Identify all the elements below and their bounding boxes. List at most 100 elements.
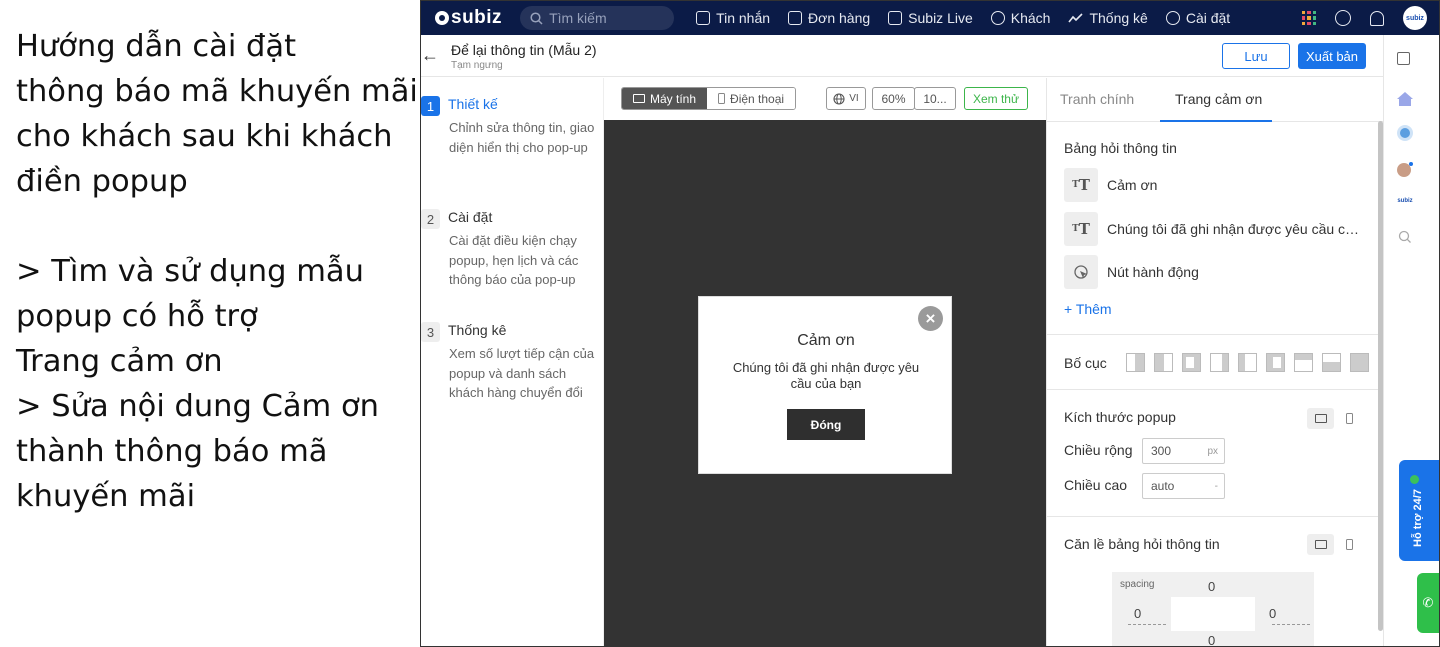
element-item-action-button[interactable]: Nút hành động bbox=[1064, 255, 1364, 289]
mobile-tab[interactable]: Điện thoại bbox=[707, 88, 796, 109]
element-item-message[interactable]: TT Chúng tôi đã ghi nhận được yêu cầu củ… bbox=[1064, 212, 1364, 246]
add-element-button[interactable]: + Thêm bbox=[1064, 301, 1112, 317]
chart-line-icon bbox=[1068, 13, 1084, 23]
apps-grid-icon[interactable] bbox=[1302, 11, 1316, 25]
logo-mark-icon bbox=[435, 11, 449, 25]
tutorial-note: Hướng dẫn cài đặt thông báo mã khuyến mã… bbox=[0, 0, 421, 647]
layout-option-2[interactable] bbox=[1154, 353, 1173, 372]
support-widget[interactable]: Hỗ trợ 24/7 bbox=[1399, 460, 1439, 561]
tab-main-page[interactable]: Tranh chính bbox=[1060, 91, 1134, 107]
layout-option-5[interactable] bbox=[1238, 353, 1257, 372]
nav-settings[interactable]: Cài đặt bbox=[1165, 10, 1231, 26]
search-input[interactable]: Tìm kiếm bbox=[520, 6, 675, 30]
element-item-title[interactable]: TT Cảm ơn bbox=[1064, 168, 1364, 202]
publish-button[interactable]: Xuất bản bbox=[1298, 43, 1366, 69]
nav-customers[interactable]: Khách bbox=[990, 10, 1050, 26]
spacing-right-value[interactable]: 0 bbox=[1269, 606, 1276, 621]
element-label: Cảm ơn bbox=[1107, 177, 1158, 193]
layout-options bbox=[1126, 353, 1369, 372]
chat-bubble-icon[interactable] bbox=[1396, 124, 1414, 142]
monitor-icon bbox=[633, 94, 645, 103]
form-margin-title: Căn lề bảng hỏi thông tin bbox=[1064, 536, 1220, 552]
nav-label: Cài đặt bbox=[1185, 10, 1231, 26]
layout-option-1[interactable] bbox=[1126, 353, 1145, 372]
search-placeholder: Tìm kiếm bbox=[549, 10, 607, 26]
steps-sidebar: 1 Thiết kế Chỉnh sửa thông tin, giao diệ… bbox=[421, 78, 604, 646]
support-label: Hỗ trợ 24/7 bbox=[1412, 489, 1424, 547]
zoom-select[interactable]: 60% bbox=[872, 87, 915, 110]
logo-text: subiz bbox=[451, 7, 503, 28]
preview-toolbar: Máy tính Điện thoại VI 60% 10... Xem thử bbox=[604, 78, 1046, 120]
nav-orders[interactable]: Đơn hàng bbox=[788, 10, 870, 26]
height-value: auto bbox=[1151, 479, 1175, 493]
step-desc: Xem số lượt tiếp cận của popup và danh s… bbox=[449, 346, 595, 400]
nav-reports[interactable]: Thống kê bbox=[1068, 10, 1148, 26]
cursor-click-icon bbox=[1064, 255, 1098, 289]
form-section-title: Bảng hỏi thông tin bbox=[1064, 140, 1177, 156]
phone-icon[interactable] bbox=[1346, 413, 1353, 424]
tab-thank-you-page[interactable]: Trang cảm ơn bbox=[1175, 91, 1262, 107]
panel-toggle-icon[interactable] bbox=[1397, 52, 1410, 65]
note-gap bbox=[16, 204, 420, 249]
search-icon[interactable] bbox=[1396, 228, 1414, 246]
element-label: Chúng tôi đã ghi nhận được yêu cầu của b… bbox=[1107, 221, 1361, 237]
nav-label: Thống kê bbox=[1089, 10, 1148, 26]
step-title: Thiết kế bbox=[448, 96, 498, 112]
preview-button[interactable]: Xem thử bbox=[964, 87, 1028, 110]
mobile-label: Điện thoại bbox=[730, 91, 785, 106]
chat-icon bbox=[696, 11, 711, 25]
layout-option-3[interactable] bbox=[1182, 353, 1201, 372]
step-desc: Cài đặt điều kiện chạy popup, hẹn lịch v… bbox=[449, 233, 579, 287]
desktop-size-toggle[interactable] bbox=[1307, 408, 1334, 429]
language-label: VI bbox=[849, 93, 859, 104]
spacing-right-underline bbox=[1272, 624, 1310, 625]
desktop-label: Máy tính bbox=[650, 91, 697, 106]
layout-option-8[interactable] bbox=[1322, 353, 1341, 372]
layout-option-4[interactable] bbox=[1210, 353, 1229, 372]
popup-message[interactable]: Chúng tôi đã ghi nhận được yêu cầu của b… bbox=[726, 360, 926, 392]
agent-avatar-icon[interactable] bbox=[1396, 160, 1414, 178]
text-icon: TT bbox=[1064, 212, 1098, 246]
step-desc: Chỉnh sửa thông tin, giao diện hiển thị … bbox=[449, 120, 595, 155]
phone-icon[interactable] bbox=[1346, 539, 1353, 550]
layout-option-6[interactable] bbox=[1266, 353, 1285, 372]
order-icon bbox=[788, 11, 803, 25]
layout-option-9[interactable] bbox=[1350, 353, 1369, 372]
properties-panel: Tranh chính Trang cảm ơn Bảng hỏi thông … bbox=[1046, 78, 1384, 646]
note-line: > Tìm và sử dụng mẫu bbox=[16, 254, 364, 289]
save-button[interactable]: Lưu bbox=[1222, 43, 1290, 69]
desktop-margin-toggle[interactable] bbox=[1307, 534, 1334, 555]
divider bbox=[1047, 516, 1384, 517]
spacing-inner-box bbox=[1171, 597, 1255, 631]
home-icon[interactable] bbox=[1396, 90, 1414, 108]
device-switch: Máy tính Điện thoại bbox=[621, 87, 797, 110]
width-input[interactable]: 300 px bbox=[1142, 438, 1225, 464]
popup-title[interactable]: Cảm ơn bbox=[699, 332, 953, 350]
bell-icon[interactable] bbox=[1370, 10, 1384, 26]
main-nav: Tin nhắn Đơn hàng Subiz Live Khách Thống… bbox=[696, 10, 1230, 26]
spacing-left-value[interactable]: 0 bbox=[1134, 606, 1141, 621]
close-icon[interactable]: × bbox=[918, 306, 943, 331]
popup-close-button[interactable]: Đóng bbox=[787, 409, 865, 440]
language-select[interactable]: VI bbox=[826, 87, 866, 110]
back-arrow-icon[interactable]: ← bbox=[421, 45, 439, 66]
spacing-editor: spacing 0 0 0 0 bbox=[1112, 572, 1314, 646]
page-title: Để lại thông tin (Mẫu 2) bbox=[451, 42, 597, 58]
phone-icon bbox=[718, 93, 726, 104]
subiz-logo[interactable]: subiz bbox=[435, 7, 502, 29]
step-title: Thống kê bbox=[448, 322, 507, 338]
subiz-mini-logo-icon[interactable]: subiz bbox=[1396, 198, 1414, 216]
layout-option-7[interactable] bbox=[1294, 353, 1313, 372]
note-line: cho khách sau khi khách bbox=[16, 119, 393, 154]
desktop-tab[interactable]: Máy tính bbox=[622, 88, 708, 109]
size-select[interactable]: 10... bbox=[914, 87, 956, 110]
avatar[interactable]: subiz bbox=[1403, 6, 1427, 30]
height-input[interactable]: auto - bbox=[1142, 473, 1225, 499]
spacing-top-value[interactable]: 0 bbox=[1208, 579, 1215, 594]
nav-messages[interactable]: Tin nhắn bbox=[696, 10, 770, 26]
spacing-bottom-value[interactable]: 0 bbox=[1208, 633, 1215, 646]
thank-you-popup[interactable]: × Cảm ơn Chúng tôi đã ghi nhận được yêu … bbox=[698, 296, 952, 474]
phone-call-icon[interactable]: ✆ bbox=[1417, 573, 1439, 633]
check-circle-icon[interactable] bbox=[1335, 10, 1351, 26]
nav-subiz-live[interactable]: Subiz Live bbox=[888, 10, 973, 26]
